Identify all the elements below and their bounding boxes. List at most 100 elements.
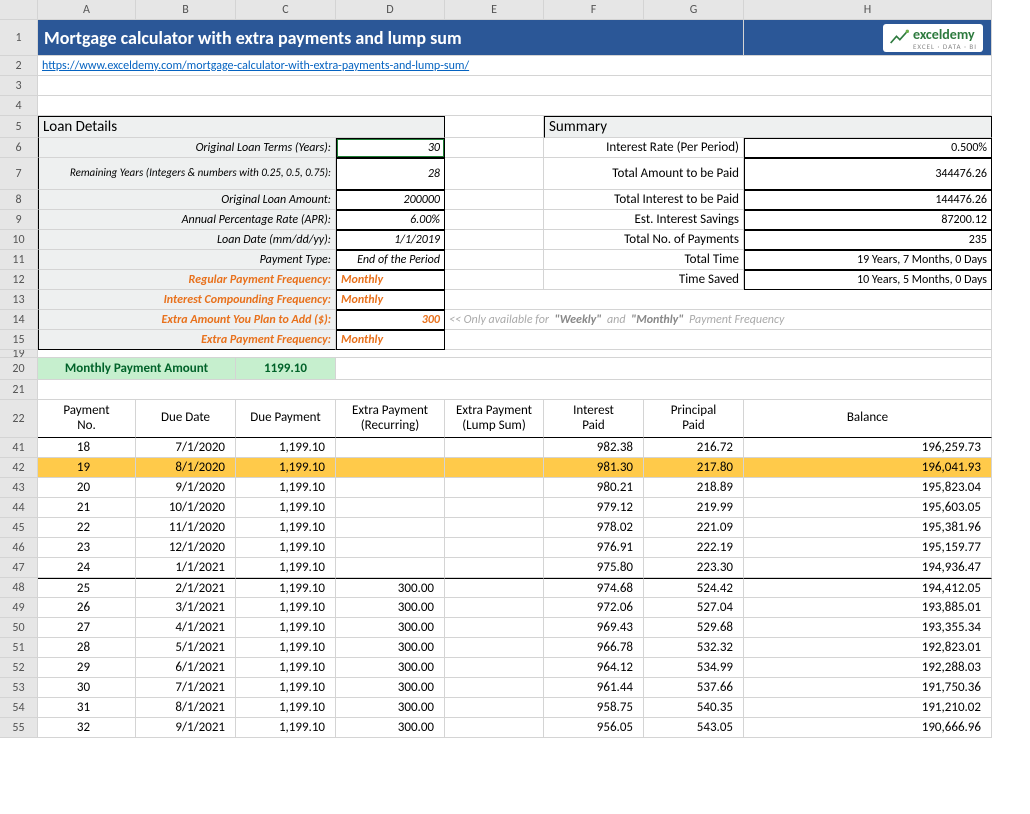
cell[interactable] xyxy=(445,538,544,558)
row-header[interactable]: 48 xyxy=(0,578,38,598)
cell[interactable]: 192,288.03 xyxy=(744,658,992,678)
cell[interactable] xyxy=(336,518,445,538)
cell[interactable]: 961.44 xyxy=(544,678,644,698)
cell[interactable]: 1,199.10 xyxy=(236,458,336,478)
col-C[interactable]: C xyxy=(236,0,336,20)
cell[interactable]: 196,259.73 xyxy=(744,438,992,458)
row-header[interactable]: 54 xyxy=(0,698,38,718)
cell[interactable] xyxy=(445,578,544,598)
row-header[interactable]: 51 xyxy=(0,638,38,658)
cell[interactable]: 194,936.47 xyxy=(744,558,992,578)
cell[interactable]: 6/1/2021 xyxy=(136,658,236,678)
cell[interactable]: 7/1/2020 xyxy=(136,438,236,458)
cell[interactable]: 190,666.96 xyxy=(744,718,992,738)
cell[interactable]: 974.68 xyxy=(544,578,644,598)
input-value[interactable]: 200000 xyxy=(336,190,445,210)
row-header[interactable]: 7 xyxy=(0,158,38,190)
table-header[interactable]: Principal Paid xyxy=(644,400,744,438)
select-all[interactable] xyxy=(0,0,38,20)
cell[interactable]: 300.00 xyxy=(336,618,445,638)
cell[interactable]: 300.00 xyxy=(336,578,445,598)
source-link[interactable]: https://www.exceldemy.com/mortgage-calcu… xyxy=(38,56,992,76)
cell[interactable]: 222.19 xyxy=(644,538,744,558)
cell[interactable]: 195,603.05 xyxy=(744,498,992,518)
cell[interactable] xyxy=(445,698,544,718)
cell[interactable]: 5/1/2021 xyxy=(136,638,236,658)
input-value[interactable]: Monthly xyxy=(336,330,445,350)
cell[interactable]: 524.42 xyxy=(644,578,744,598)
cell[interactable]: 300.00 xyxy=(336,678,445,698)
row-header[interactable]: 3 xyxy=(0,76,38,96)
cell[interactable]: 20 xyxy=(38,478,136,498)
cell[interactable]: 23 xyxy=(38,538,136,558)
table-header[interactable]: Payment No. xyxy=(38,400,136,438)
row-header[interactable]: 8 xyxy=(0,190,38,210)
cell[interactable] xyxy=(445,558,544,578)
cell[interactable]: 8/1/2020 xyxy=(136,458,236,478)
cell[interactable]: 1,199.10 xyxy=(236,478,336,498)
cell[interactable] xyxy=(445,598,544,618)
cell[interactable]: 11/1/2020 xyxy=(136,518,236,538)
cell[interactable]: 7/1/2021 xyxy=(136,678,236,698)
row-header[interactable]: 5 xyxy=(0,116,38,138)
cell[interactable] xyxy=(336,438,445,458)
cell[interactable]: 532.32 xyxy=(644,638,744,658)
table-header[interactable]: Due Date xyxy=(136,400,236,438)
cell[interactable]: 3/1/2021 xyxy=(136,598,236,618)
cell[interactable]: 980.21 xyxy=(544,478,644,498)
cell[interactable]: 21 xyxy=(38,498,136,518)
cell[interactable]: 966.78 xyxy=(544,638,644,658)
cell[interactable]: 196,041.93 xyxy=(744,458,992,478)
cell[interactable]: 195,159.77 xyxy=(744,538,992,558)
cell[interactable]: 1,199.10 xyxy=(236,598,336,618)
cell[interactable]: 300.00 xyxy=(336,638,445,658)
row-header[interactable]: 45 xyxy=(0,518,38,538)
table-header[interactable]: Extra Payment (Lump Sum) xyxy=(445,400,544,438)
cell[interactable] xyxy=(445,678,544,698)
cell[interactable] xyxy=(336,478,445,498)
cell[interactable] xyxy=(445,658,544,678)
cell[interactable]: 31 xyxy=(38,698,136,718)
cell[interactable]: 191,210.02 xyxy=(744,698,992,718)
col-A[interactable]: A xyxy=(38,0,136,20)
row-header[interactable]: 52 xyxy=(0,658,38,678)
cell[interactable]: 540.35 xyxy=(644,698,744,718)
row-header[interactable]: 46 xyxy=(0,538,38,558)
col-E[interactable]: E xyxy=(445,0,544,20)
cell[interactable]: 25 xyxy=(38,578,136,598)
input-value[interactable]: 1/1/2019 xyxy=(336,230,445,250)
input-value[interactable]: 30 xyxy=(336,138,445,158)
cell[interactable]: 29 xyxy=(38,658,136,678)
cell[interactable] xyxy=(445,718,544,738)
cell[interactable]: 1,199.10 xyxy=(236,698,336,718)
cell[interactable] xyxy=(445,618,544,638)
row-header[interactable]: 50 xyxy=(0,618,38,638)
col-G[interactable]: G xyxy=(644,0,744,20)
cell[interactable]: 195,823.04 xyxy=(744,478,992,498)
cell[interactable]: 527.04 xyxy=(644,598,744,618)
cell[interactable] xyxy=(445,498,544,518)
cell[interactable]: 193,355.34 xyxy=(744,618,992,638)
cell[interactable]: 979.12 xyxy=(544,498,644,518)
row-header[interactable]: 20 xyxy=(0,358,38,380)
cell[interactable]: 217.80 xyxy=(644,458,744,478)
cell[interactable]: 9/1/2021 xyxy=(136,718,236,738)
row-header[interactable]: 22 xyxy=(0,400,38,438)
row-header[interactable]: 15 xyxy=(0,330,38,350)
cell[interactable]: 300.00 xyxy=(336,658,445,678)
cell[interactable]: 1/1/2021 xyxy=(136,558,236,578)
input-value[interactable]: 28 xyxy=(336,158,445,190)
row-header[interactable]: 53 xyxy=(0,678,38,698)
cell[interactable]: 534.99 xyxy=(644,658,744,678)
row-header[interactable]: 47 xyxy=(0,558,38,578)
col-H[interactable]: H xyxy=(744,0,992,20)
row-header[interactable]: 14 xyxy=(0,310,38,330)
cell[interactable]: 26 xyxy=(38,598,136,618)
input-value[interactable]: Monthly xyxy=(336,270,445,290)
cell[interactable]: 221.09 xyxy=(644,518,744,538)
col-B[interactable]: B xyxy=(136,0,236,20)
cell[interactable]: 972.06 xyxy=(544,598,644,618)
cell[interactable]: 1,199.10 xyxy=(236,498,336,518)
cell[interactable] xyxy=(336,558,445,578)
cell[interactable]: 216.72 xyxy=(644,438,744,458)
